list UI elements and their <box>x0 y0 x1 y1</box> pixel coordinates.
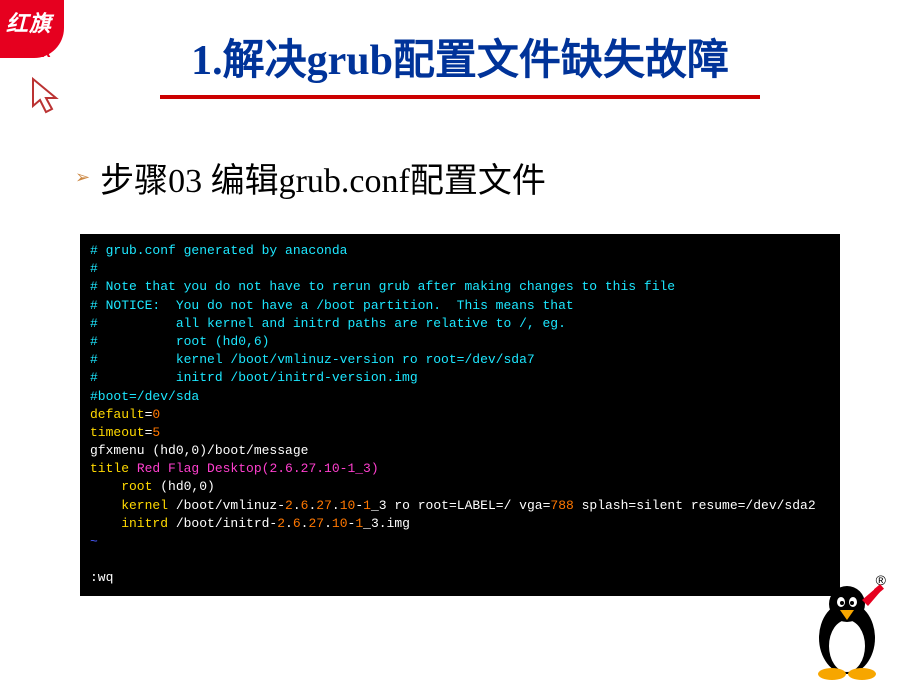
t: . <box>324 516 332 531</box>
term-cmd: :wq <box>90 570 113 585</box>
t: - <box>355 498 363 513</box>
term-val: 5 <box>152 425 160 440</box>
t: splash=silent resume=/dev/sda2 <box>574 498 816 513</box>
step-label: 步骤03 编辑grub.conf配置文件 <box>100 153 546 202</box>
term-line: # initrd /boot/initrd-version.img <box>90 370 418 385</box>
t: 10 <box>332 516 348 531</box>
term-tilde: ~ <box>90 534 98 549</box>
term-line: # kernel /boot/vmlinuz-version ro root=/… <box>90 352 535 367</box>
t: /boot/vmlinuz- <box>168 498 285 513</box>
term-line: # grub.conf generated by anaconda <box>90 243 347 258</box>
t: 1 <box>363 498 371 513</box>
t: 6 <box>293 516 301 531</box>
term-line: # <box>90 261 98 276</box>
term-line: #boot=/dev/sda <box>90 389 199 404</box>
term-line: gfxmenu (hd0,0)/boot/message <box>90 443 308 458</box>
term-key: timeout <box>90 425 145 440</box>
brand-logo: 红旗 Linux <box>0 0 78 95</box>
t: 27 <box>308 516 324 531</box>
term-key: kernel <box>90 498 168 513</box>
t: . <box>285 516 293 531</box>
title-underline <box>160 95 760 99</box>
t: 788 <box>550 498 573 513</box>
t: _3.img <box>363 516 410 531</box>
t: 10 <box>340 498 356 513</box>
t: 1 <box>355 516 363 531</box>
t: . <box>332 498 340 513</box>
t: 2 <box>285 498 293 513</box>
logo-text-en: Linux <box>6 42 51 62</box>
term-val: 0 <box>152 407 160 422</box>
term-key: default <box>90 407 145 422</box>
term-val: (hd0,0) <box>152 479 214 494</box>
bullet-icon: ➢ <box>75 167 90 188</box>
slide-title: 1.解决grub配置文件缺失故障 <box>0 0 920 87</box>
penguin-icon <box>804 580 890 680</box>
t: 2 <box>277 516 285 531</box>
term-line: # Note that you do not have to rerun gru… <box>90 279 675 294</box>
term-key: initrd <box>90 516 168 531</box>
t: /boot/initrd- <box>168 516 277 531</box>
t: 27 <box>316 498 332 513</box>
term-key: title <box>90 461 129 476</box>
logo-text-cn: 红旗 <box>6 6 64 38</box>
term-line: # all kernel and initrd paths are relati… <box>90 316 566 331</box>
term-line: # NOTICE: You do not have a /boot partit… <box>90 298 574 313</box>
t: . <box>293 498 301 513</box>
term-key: root <box>90 479 152 494</box>
term-line: # root (hd0,6) <box>90 334 269 349</box>
term-val: Red Flag Desktop(2.6.27.10-1_3) <box>129 461 379 476</box>
terminal-output: # grub.conf generated by anaconda # # No… <box>80 234 840 596</box>
t: _3 ro root=LABEL=/ vga= <box>371 498 550 513</box>
cursor-icon <box>30 76 68 122</box>
step-heading: ➢ 步骤03 编辑grub.conf配置文件 <box>75 153 920 202</box>
